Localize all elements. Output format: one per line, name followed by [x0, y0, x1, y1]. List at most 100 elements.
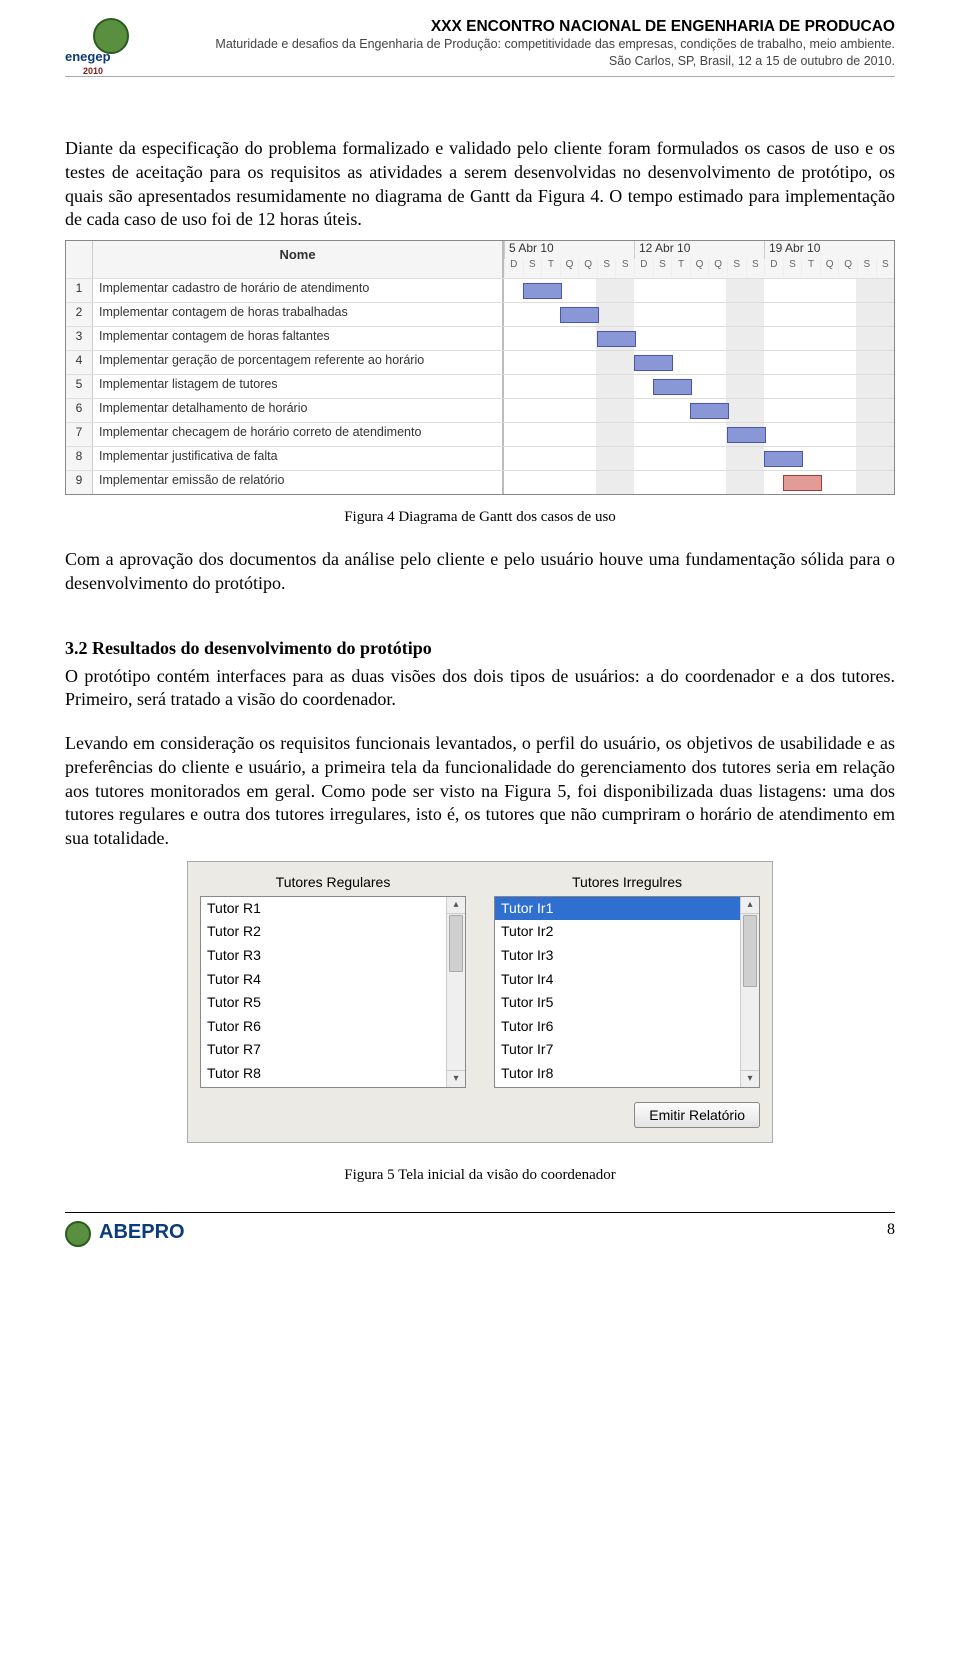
conference-sub2: São Carlos, SP, Brasil, 12 a 15 de outub…: [167, 53, 895, 70]
scrollbar-irregulares[interactable]: ▴ ▾: [740, 897, 759, 1087]
scroll-down-icon[interactable]: ▾: [741, 1070, 759, 1087]
list-item[interactable]: Tutor Ir9: [495, 1086, 740, 1087]
gantt-row-number: 7: [66, 423, 93, 446]
gantt-day-label: S: [876, 259, 895, 277]
globe-icon: [65, 1221, 91, 1247]
page-number: 8: [887, 1221, 895, 1239]
list-item[interactable]: Tutor R6: [201, 1015, 446, 1039]
label-tutores-irregulares: Tutores Irregulres: [494, 870, 760, 896]
gantt-day-label: Q: [578, 259, 597, 277]
gantt-task-name: Implementar listagem de tutores: [93, 375, 504, 398]
gantt-task-name: Implementar checagem de horário correto …: [93, 423, 504, 446]
list-item[interactable]: Tutor Ir6: [495, 1015, 740, 1039]
gantt-task-name: Implementar geração de porcentagem refer…: [93, 351, 504, 374]
gantt-name-header: Nome: [279, 247, 315, 262]
gantt-row-number: 5: [66, 375, 93, 398]
enegep-logo: enegep 2010: [65, 18, 155, 70]
gantt-row: 6Implementar detalhamento de horário: [66, 398, 894, 422]
gantt-bar[interactable]: [783, 475, 822, 491]
gantt-day-label: Q: [820, 259, 839, 277]
gantt-day-label: T: [801, 259, 820, 277]
gantt-day-label: S: [615, 259, 634, 277]
list-item[interactable]: Tutor Ir2: [495, 920, 740, 944]
emitir-relatorio-button[interactable]: Emitir Relatório: [634, 1102, 760, 1128]
list-item[interactable]: Tutor R8: [201, 1062, 446, 1086]
conference-title: XXX ENCONTRO NACIONAL DE ENGENHARIA DE P…: [167, 18, 895, 36]
footer-logo-text: ABEPRO: [99, 1221, 185, 1243]
gantt-bar[interactable]: [690, 403, 729, 419]
gantt-day-label: D: [634, 259, 653, 277]
listbox-regulares[interactable]: Tutor R1Tutor R2Tutor R3Tutor R4Tutor R5…: [200, 896, 466, 1088]
scroll-thumb[interactable]: [743, 915, 757, 987]
gantt-bar[interactable]: [727, 427, 766, 443]
gantt-row-number: 9: [66, 471, 93, 494]
gantt-task-name: Implementar contagem de horas faltantes: [93, 327, 504, 350]
gantt-row: 1Implementar cadastro de horário de aten…: [66, 278, 894, 302]
gantt-row: 8Implementar justificativa de falta: [66, 446, 894, 470]
list-item[interactable]: Tutor R3: [201, 944, 446, 968]
list-item[interactable]: Tutor Ir3: [495, 944, 740, 968]
scroll-down-icon[interactable]: ▾: [447, 1070, 465, 1087]
logo-text: enegep: [65, 49, 111, 64]
gantt-bar[interactable]: [597, 331, 636, 347]
listbox-irregulares[interactable]: Tutor Ir1Tutor Ir2Tutor Ir3Tutor Ir4Tuto…: [494, 896, 760, 1088]
gantt-row: 9Implementar emissão de relatório: [66, 470, 894, 494]
gantt-week-label: 12 Abr 10: [634, 241, 764, 259]
label-tutores-regulares: Tutores Regulares: [200, 870, 466, 896]
abepro-logo: ABEPRO: [65, 1221, 185, 1247]
scroll-thumb[interactable]: [449, 915, 463, 972]
list-item[interactable]: Tutor Ir5: [495, 991, 740, 1015]
gantt-row-number: 2: [66, 303, 93, 326]
gantt-row-number: 8: [66, 447, 93, 470]
figure5-caption: Figura 5 Tela inicial da visão do coorde…: [65, 1167, 895, 1184]
gantt-day-label: Q: [560, 259, 579, 277]
list-item[interactable]: Tutor Ir8: [495, 1062, 740, 1086]
gantt-timeline-cell: [504, 447, 894, 470]
gantt-task-name: Implementar emissão de relatório: [93, 471, 504, 494]
gantt-day-label: S: [783, 259, 802, 277]
paragraph-prototype: O protótipo contém interfaces para as du…: [65, 665, 895, 713]
gantt-timeline-cell: [504, 303, 894, 326]
gantt-row: 4Implementar geração de porcentagem refe…: [66, 350, 894, 374]
gantt-row: 7Implementar checagem de horário correto…: [66, 422, 894, 446]
gantt-day-label: S: [746, 259, 765, 277]
gantt-task-name: Implementar detalhamento de horário: [93, 399, 504, 422]
list-item[interactable]: Tutor Ir4: [495, 968, 740, 992]
gantt-day-label: S: [727, 259, 746, 277]
gantt-bar[interactable]: [764, 451, 803, 467]
page-footer: ABEPRO 8: [65, 1212, 895, 1247]
gantt-week-label: 5 Abr 10: [504, 241, 634, 259]
gantt-bar[interactable]: [634, 355, 673, 371]
gantt-bar[interactable]: [560, 307, 599, 323]
conference-sub1: Maturidade e desafios da Engenharia de P…: [167, 36, 895, 53]
column-resize-handle[interactable]: [499, 241, 505, 278]
list-item[interactable]: Tutor R9: [201, 1086, 446, 1087]
gantt-bar[interactable]: [523, 283, 562, 299]
gantt-day-label: T: [541, 259, 560, 277]
gantt-bar[interactable]: [653, 379, 692, 395]
gantt-day-label: Q: [690, 259, 709, 277]
list-item[interactable]: Tutor Ir1: [495, 897, 740, 921]
scrollbar-regulares[interactable]: ▴ ▾: [446, 897, 465, 1087]
gantt-day-label: S: [857, 259, 876, 277]
gantt-row-number: 4: [66, 351, 93, 374]
gantt-day-label: S: [597, 259, 616, 277]
list-item[interactable]: Tutor Ir7: [495, 1038, 740, 1062]
list-item[interactable]: Tutor R5: [201, 991, 446, 1015]
scroll-up-icon[interactable]: ▴: [447, 897, 465, 914]
gantt-timeline-cell: [504, 423, 894, 446]
scroll-up-icon[interactable]: ▴: [741, 897, 759, 914]
gantt-timeline-cell: [504, 279, 894, 302]
gantt-day-label: D: [764, 259, 783, 277]
header-text: XXX ENCONTRO NACIONAL DE ENGENHARIA DE P…: [167, 18, 895, 70]
list-item[interactable]: Tutor R7: [201, 1038, 446, 1062]
paragraph-intro: Diante da especificação do problema form…: [65, 137, 895, 232]
gantt-timeline-cell: [504, 399, 894, 422]
gantt-task-name: Implementar cadastro de horário de atend…: [93, 279, 504, 302]
gantt-week-label: 19 Abr 10: [764, 241, 894, 259]
list-item[interactable]: Tutor R4: [201, 968, 446, 992]
figure4-caption: Figura 4 Diagrama de Gantt dos casos de …: [65, 509, 895, 526]
list-item[interactable]: Tutor R1: [201, 897, 446, 921]
list-item[interactable]: Tutor R2: [201, 920, 446, 944]
gantt-row: 5Implementar listagem de tutores: [66, 374, 894, 398]
